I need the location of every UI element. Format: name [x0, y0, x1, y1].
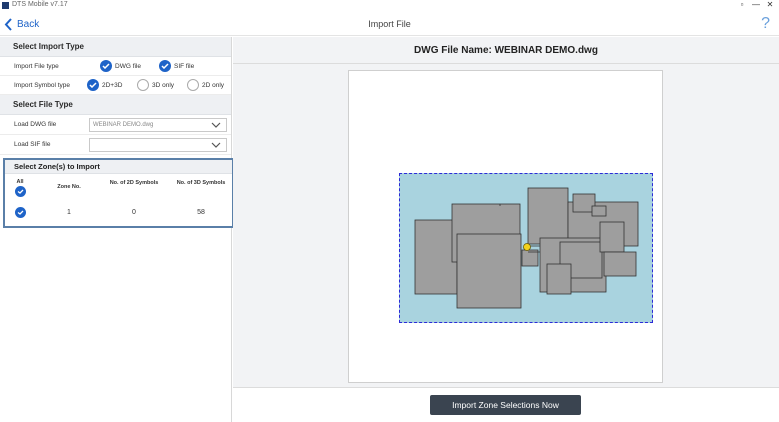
option-label: 2D+3D	[102, 81, 123, 89]
chevron-down-icon	[211, 122, 221, 128]
drawing-preview-canvas	[348, 70, 663, 383]
floor-plan-drawing	[414, 187, 639, 309]
bottom-action-bar: Import Zone Selections Now	[233, 387, 779, 422]
column-header-all: All	[16, 179, 24, 185]
column-header-zone: Zone No.	[57, 184, 81, 190]
dwg-file-name: DWG File Name: WEBINAR DEMO.dwg	[414, 45, 598, 56]
top-bar: Back Import File ?	[0, 11, 779, 36]
option-label: 3D only	[152, 81, 175, 89]
zone-row-checkbox[interactable]	[15, 207, 26, 218]
origin-marker-icon	[523, 243, 531, 251]
import-options-panel: Select Import Type Import File type DWG …	[0, 37, 234, 422]
help-icon[interactable]: ?	[761, 15, 770, 33]
import-zone-selections-button[interactable]: Import Zone Selections Now	[430, 395, 581, 415]
checkmark-icon	[100, 60, 112, 72]
checkmark-icon	[159, 60, 171, 72]
select-all-checkbox[interactable]	[15, 186, 26, 197]
option-2d-only[interactable]: 2D only	[187, 79, 224, 91]
section-heading-import-type: Select Import Type	[0, 37, 231, 57]
checkmark-icon	[17, 189, 24, 194]
load-sif-label: Load SIF file	[14, 141, 51, 148]
option-sif-file[interactable]: SIF file	[159, 60, 194, 72]
option-2d-3d[interactable]: 2D+3D	[87, 79, 122, 91]
window-title: DTS Mobile v7.17	[12, 1, 68, 8]
import-file-type-row: Import File type DWG file SIF file	[0, 57, 231, 76]
dwg-file-value: WEBINAR DEMO.dwg	[93, 122, 154, 128]
import-symbol-type-row: Import Symbol type 2D+3D 3D only 2D only	[0, 76, 231, 95]
zone-3d-count: 58	[197, 209, 205, 216]
column-header-2d-symbols: No. of 2D Symbols	[109, 180, 159, 186]
window-titlebar: DTS Mobile v7.17 ▫ — ✕	[0, 0, 779, 11]
app-icon	[2, 2, 9, 9]
option-3d-only[interactable]: 3D only	[137, 79, 174, 91]
dwg-file-select[interactable]: WEBINAR DEMO.dwg	[89, 118, 227, 132]
load-dwg-label: Load DWG file	[14, 121, 57, 128]
sif-file-select[interactable]	[89, 138, 227, 152]
divider	[233, 63, 779, 64]
chevron-down-icon	[211, 142, 221, 148]
radio-unchecked-icon	[137, 79, 149, 91]
radio-unchecked-icon	[187, 79, 199, 91]
option-label: SIF file	[174, 62, 195, 70]
page-title: Import File	[368, 19, 411, 29]
load-dwg-row: Load DWG file WEBINAR DEMO.dwg	[0, 115, 231, 135]
option-label: 2D only	[202, 81, 225, 89]
load-sif-row: Load SIF file	[0, 135, 231, 155]
option-label: DWG file	[115, 62, 141, 70]
import-symbol-type-label: Import Symbol type	[14, 82, 70, 89]
minimize-window-button[interactable]: —	[749, 0, 763, 10]
zone-number: 1	[67, 209, 71, 216]
zone-2d-count: 0	[132, 209, 136, 216]
option-dwg-file[interactable]: DWG file	[100, 60, 141, 72]
section-heading-file-type: Select File Type	[0, 95, 231, 115]
zone-area[interactable]	[399, 173, 653, 323]
checkmark-icon	[17, 210, 24, 215]
column-header-3d-symbols: No. of 3D Symbols	[176, 180, 226, 186]
close-window-button[interactable]: ✕	[763, 0, 777, 10]
import-file-type-label: Import File type	[14, 63, 59, 70]
preview-panel: DWG File Name: WEBINAR DEMO.dwg Import Z…	[233, 37, 779, 422]
section-heading-zones: Select Zone(s) to Import	[5, 160, 232, 174]
restore-window-button[interactable]: ▫	[735, 0, 749, 10]
zone-selection-box: Select Zone(s) to Import All Zone No. No…	[3, 158, 234, 228]
checkmark-icon	[87, 79, 99, 91]
